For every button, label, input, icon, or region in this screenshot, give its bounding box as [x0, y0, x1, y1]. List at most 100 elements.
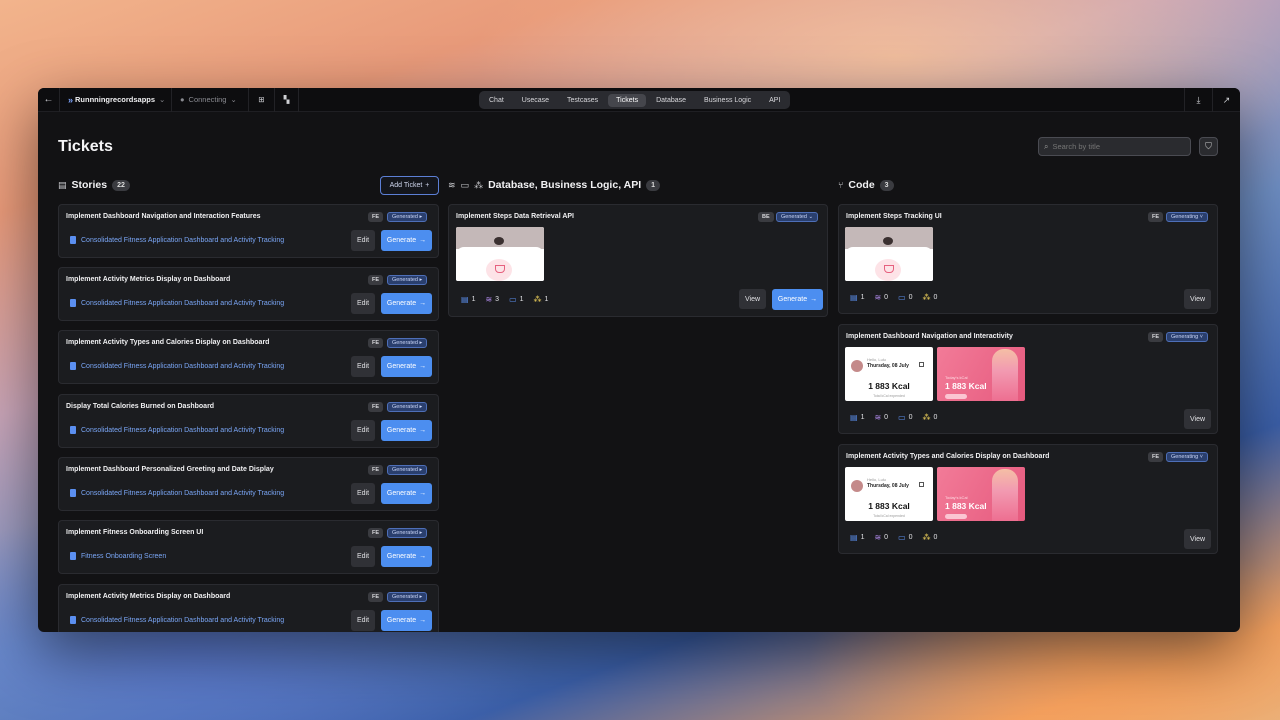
story-card[interactable]: Implement Activity Types and Calories Di…: [58, 330, 439, 384]
generate-button[interactable]: Generate →: [381, 610, 432, 631]
file-icon: [70, 552, 76, 560]
tab-database[interactable]: Database: [648, 94, 694, 107]
code-count: 3: [879, 179, 894, 191]
project-selector[interactable]: » Runnningrecordsapps ⌄: [60, 88, 172, 112]
view-button[interactable]: View: [1184, 409, 1211, 429]
story-link[interactable]: Consolidated Fitness Application Dashboa…: [70, 362, 284, 370]
generate-button[interactable]: Generate →: [381, 293, 432, 314]
chevron-down-icon: ⌄: [230, 95, 237, 104]
file-icon: [70, 362, 76, 370]
status-badge: Generating ˅: [1166, 332, 1208, 342]
generate-button[interactable]: Generate →: [381, 230, 432, 251]
edit-button[interactable]: Edit: [351, 546, 375, 567]
story-link[interactable]: Consolidated Fitness Application Dashboa…: [70, 616, 284, 624]
avatar: [851, 480, 863, 492]
edit-button[interactable]: Edit: [351, 230, 375, 251]
tab-usecase[interactable]: Usecase: [514, 94, 557, 107]
tab-testcases[interactable]: Testcases: [559, 94, 606, 107]
arrow-right-icon: →: [419, 363, 427, 370]
generate-button-label: Generate: [386, 237, 417, 244]
search-icon: ⌕: [1044, 141, 1049, 151]
view-button[interactable]: View: [1184, 529, 1211, 549]
story-card[interactable]: Implement Activity Metrics Display on Da…: [58, 584, 439, 632]
github-icon: ●: [180, 95, 185, 104]
story-card[interactable]: Implement Dashboard Personalized Greetin…: [58, 457, 439, 511]
database-icon: ≋: [874, 413, 882, 422]
fe-tag: FE: [368, 528, 384, 538]
code-ticket-card[interactable]: Implement Steps Tracking UI FE Generatin…: [838, 204, 1218, 314]
layout-icon[interactable]: ⊞: [249, 88, 275, 112]
generate-button[interactable]: Generate →: [381, 546, 432, 567]
story-link-text: Consolidated Fitness Application Dashboa…: [81, 362, 285, 370]
avatar: [851, 360, 863, 372]
backend-count: 1: [646, 179, 661, 191]
view-button[interactable]: View: [739, 289, 766, 309]
tab-chat[interactable]: Chat: [481, 94, 512, 107]
project-name: Runnningrecordsapps: [75, 95, 156, 104]
edit-button[interactable]: Edit: [351, 420, 375, 441]
api-icon: ⁂: [474, 179, 484, 190]
fe-tag: FE: [368, 338, 384, 348]
add-ticket-button[interactable]: Add Ticket +: [380, 176, 439, 195]
edit-button[interactable]: Edit: [351, 483, 375, 504]
back-arrow-icon[interactable]: ←: [38, 88, 60, 112]
generate-button[interactable]: Generate →: [381, 356, 432, 377]
app-logo-icon: »: [68, 94, 73, 105]
calories-preview-thumbnail: Today's kCal 1 883 Kcal: [937, 467, 1025, 521]
screen-preview-thumbnail: [845, 227, 933, 281]
story-card[interactable]: Display Total Calories Burned on Dashboa…: [58, 394, 439, 448]
github-connect[interactable]: ● Connecting ⌄: [172, 88, 249, 112]
code-ticket-card[interactable]: Implement Activity Types and Calories Di…: [838, 444, 1218, 554]
database-icon: ≋: [448, 179, 456, 190]
file-icon: [70, 616, 76, 624]
document-icon: ▤: [850, 293, 858, 302]
tab-business-logic[interactable]: Business Logic: [696, 94, 759, 107]
calendar-icon: [919, 362, 924, 367]
database-icon: ≋: [874, 533, 882, 542]
athlete-image: [992, 469, 1018, 521]
story-link[interactable]: Fitness Onboarding Screen: [70, 552, 166, 560]
arrow-right-icon: →: [419, 237, 427, 244]
stories-count: 22: [112, 179, 130, 191]
story-link[interactable]: Consolidated Fitness Application Dashboa…: [70, 426, 284, 434]
arrow-right-icon: →: [419, 490, 427, 497]
tab-api[interactable]: API: [761, 94, 788, 107]
database-icon: ≋: [874, 293, 882, 302]
download-icon[interactable]: ⤓: [1184, 88, 1212, 112]
arrow-right-icon: →: [810, 296, 818, 303]
ticket-stats: ▤ 1 ≋ 3 ▭ 1 ⁂ 1: [461, 295, 549, 304]
figma-icon[interactable]: ▚: [275, 88, 299, 112]
story-link[interactable]: Consolidated Fitness Application Dashboa…: [70, 489, 284, 497]
search-box[interactable]: ⌕: [1038, 137, 1191, 156]
ticket-stats: ▤ 1 ≋ 0 ▭ 0 ⁂ 0: [850, 413, 938, 422]
story-card[interactable]: Implement Dashboard Navigation and Inter…: [58, 204, 439, 258]
search-input[interactable]: [1052, 142, 1183, 151]
edit-button[interactable]: Edit: [351, 610, 375, 631]
tab-tickets[interactable]: Tickets: [608, 93, 647, 107]
code-ticket-card[interactable]: Implement Dashboard Navigation and Inter…: [838, 324, 1218, 434]
share-icon[interactable]: ↗: [1212, 88, 1240, 112]
edit-button[interactable]: Edit: [351, 356, 375, 377]
dashboard-preview-thumbnail: Hello, Lulu Thursday, 08 July 1 883 Kcal…: [845, 467, 933, 521]
story-card[interactable]: Implement Activity Metrics Display on Da…: [58, 267, 439, 321]
arrow-right-icon: →: [419, 617, 427, 624]
view-button[interactable]: View: [1184, 289, 1211, 309]
story-card[interactable]: Implement Fitness Onboarding Screen UI F…: [58, 520, 439, 574]
generate-button[interactable]: Generate →: [381, 420, 432, 441]
story-title: Implement Dashboard Navigation and Inter…: [66, 213, 261, 220]
generate-button[interactable]: Generate →: [772, 289, 823, 310]
status-badge: Generated ▸: [387, 465, 428, 475]
generate-button-label: Generate: [386, 553, 417, 560]
story-link[interactable]: Consolidated Fitness Application Dashboa…: [70, 236, 284, 244]
edit-button[interactable]: Edit: [351, 293, 375, 314]
backend-ticket-card[interactable]: Implement Steps Data Retrieval API BE Ge…: [448, 204, 828, 317]
generate-button[interactable]: Generate →: [381, 483, 432, 504]
backend-title: Database, Business Logic, API: [488, 179, 642, 191]
filter-icon[interactable]: ⛉: [1199, 137, 1218, 156]
database-icon: ≋: [485, 295, 493, 304]
calendar-icon: [919, 482, 924, 487]
api-icon: ⁂: [922, 293, 931, 302]
story-link-text: Consolidated Fitness Application Dashboa…: [81, 489, 285, 497]
story-link[interactable]: Consolidated Fitness Application Dashboa…: [70, 299, 284, 307]
server-icon: ▭: [898, 293, 906, 302]
